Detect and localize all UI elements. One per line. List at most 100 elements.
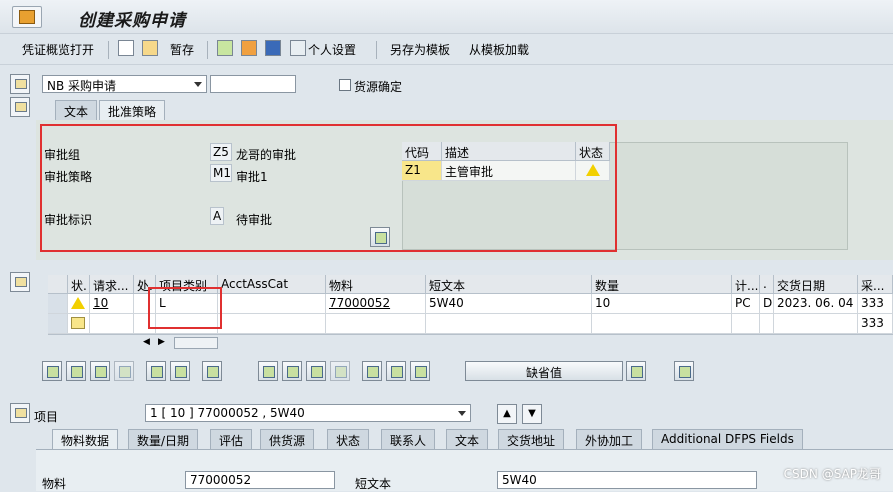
export-button[interactable] — [362, 361, 382, 381]
short-text-cell[interactable]: 5W40 — [426, 294, 592, 314]
add-row-button[interactable] — [66, 361, 86, 381]
quantity-cell[interactable] — [592, 314, 732, 334]
short-text-cell[interactable] — [426, 314, 592, 334]
col-status[interactable]: 状. — [68, 275, 90, 294]
row-status-cell — [68, 314, 90, 334]
col-acct-assignment[interactable]: AcctAssCat — [218, 275, 326, 294]
settings-button[interactable] — [674, 361, 694, 381]
info-icon[interactable] — [265, 40, 281, 56]
system-menu-button[interactable] — [12, 6, 42, 28]
tab-additional-dfps[interactable]: Additional DFPS Fields — [652, 429, 803, 449]
item-number-link[interactable]: 10 — [90, 294, 134, 314]
previous-item-button[interactable]: ▲ — [497, 404, 517, 424]
tab-delivery-address[interactable]: 交货地址 — [498, 429, 565, 449]
source-determination-checkbox[interactable] — [339, 79, 351, 91]
cart-icon[interactable] — [10, 74, 30, 94]
scroll-left-icon[interactable]: ◀ — [143, 337, 150, 347]
tab-material-data[interactable]: 物料数据 — [52, 429, 119, 449]
next-item-button[interactable]: ▼ — [522, 404, 542, 424]
copy-button[interactable] — [202, 361, 222, 381]
delivery-date-cell[interactable] — [774, 314, 858, 334]
horizontal-scrollbar[interactable] — [174, 337, 218, 349]
col-unit[interactable]: 计... — [732, 275, 760, 294]
short-text-label: 短文本 — [355, 477, 392, 491]
app-menu-icon — [19, 10, 35, 24]
import-button[interactable] — [386, 361, 406, 381]
load-template-button[interactable]: 从模板加载 — [469, 41, 529, 58]
unit-cell[interactable] — [732, 314, 760, 334]
material-input[interactable]: 77000052 — [185, 471, 335, 489]
chevron-down-icon — [458, 411, 466, 416]
quantity-cell[interactable]: 10 — [592, 294, 732, 314]
col-category[interactable]: . — [760, 275, 774, 294]
tab-text[interactable]: 文本 — [55, 100, 98, 120]
tab-contact-person[interactable]: 联系人 — [381, 429, 436, 449]
open-document-icon[interactable] — [142, 40, 158, 56]
collapse-item-detail-icon[interactable] — [10, 403, 30, 423]
tab-source-of-supply[interactable]: 供货源 — [260, 429, 315, 449]
doc-overview-button[interactable]: 凭证概览打开 — [22, 41, 94, 58]
filter-delete-button[interactable] — [330, 361, 350, 381]
tab-quantity-date[interactable]: 数量/日期 — [128, 429, 199, 449]
item-select-value: 1 [ 10 ] 77000052 , 5W40 — [150, 406, 305, 420]
title-bar: 创建采购申请 — [0, 0, 893, 34]
category-cell[interactable] — [760, 314, 774, 334]
more-button[interactable] — [626, 361, 646, 381]
chevron-down-icon — [194, 82, 202, 87]
tab-valuation[interactable]: 评估 — [210, 429, 253, 449]
new-document-icon[interactable] — [118, 40, 134, 56]
scroll-right-icon[interactable]: ▶ — [158, 337, 165, 347]
tab-status[interactable]: 状态 — [327, 429, 370, 449]
doc-number-input[interactable] — [210, 75, 296, 93]
copy-row-button[interactable] — [90, 361, 110, 381]
filter-button[interactable] — [306, 361, 326, 381]
col-material[interactable]: 物料 — [326, 275, 426, 294]
check-icon[interactable] — [217, 40, 233, 56]
tab-release-strategy[interactable]: 批准策略 — [99, 100, 166, 120]
purch-group-cell[interactable]: 333 — [858, 294, 893, 314]
purch-group-cell[interactable]: 333 — [858, 314, 893, 334]
material-link[interactable]: 77000052 — [326, 294, 426, 314]
messages-icon[interactable] — [241, 40, 257, 56]
highlight-box-approval — [40, 124, 617, 252]
delete-row-button[interactable] — [146, 361, 166, 381]
print-button[interactable] — [410, 361, 430, 381]
row-selector[interactable] — [48, 294, 68, 314]
row-selector[interactable] — [48, 314, 68, 334]
short-text-input[interactable]: 5W40 — [497, 471, 757, 489]
tab-subcontracting[interactable]: 外协加工 — [576, 429, 643, 449]
default-values-button[interactable]: 缺省值 — [465, 361, 623, 381]
personal-settings-button[interactable]: 个人设置 — [308, 41, 356, 58]
delivery-date-cell[interactable]: 2023. 06. 04 — [774, 294, 858, 314]
col-purch-group[interactable]: 采... — [858, 275, 893, 294]
item-number-cell[interactable] — [90, 314, 134, 334]
unlock-button[interactable] — [170, 361, 190, 381]
item-select[interactable]: 1 [ 10 ] 77000052 , 5W40 — [145, 404, 471, 422]
details-button[interactable] — [42, 361, 62, 381]
save-draft-button[interactable]: 暂存 — [170, 41, 194, 58]
sort-asc-button[interactable] — [258, 361, 278, 381]
toolbar-separator — [108, 41, 109, 59]
acct-assignment-cell[interactable] — [218, 294, 326, 314]
tab-texts[interactable]: 文本 — [446, 429, 489, 449]
sort-desc-button[interactable] — [282, 361, 302, 381]
item-detail-panel — [36, 449, 893, 491]
col-short-text[interactable]: 短文本 — [426, 275, 592, 294]
col-quantity[interactable]: 数量 — [592, 275, 732, 294]
col-item[interactable]: 请求... — [90, 275, 134, 294]
category-cell[interactable]: D — [760, 294, 774, 314]
paste-row-button[interactable] — [114, 361, 134, 381]
collapse-header-icon[interactable] — [10, 97, 30, 117]
collapse-items-icon[interactable] — [10, 272, 30, 292]
select-all-icon[interactable] — [48, 275, 68, 294]
col-delivery-date[interactable]: 交货日期 — [774, 275, 858, 294]
unit-cell[interactable]: PC — [732, 294, 760, 314]
acct-assignment-cell[interactable] — [218, 314, 326, 334]
save-as-template-button[interactable]: 另存为模板 — [390, 41, 450, 58]
doc-type-select[interactable]: NB 采购申请 — [42, 75, 207, 93]
personal-settings-icon[interactable] — [290, 40, 306, 56]
material-cell[interactable] — [326, 314, 426, 334]
item-label: 项目 — [34, 410, 59, 424]
highlight-box-item-category — [148, 287, 222, 329]
watermark: CSDN @SAP龙哥 — [783, 467, 881, 481]
